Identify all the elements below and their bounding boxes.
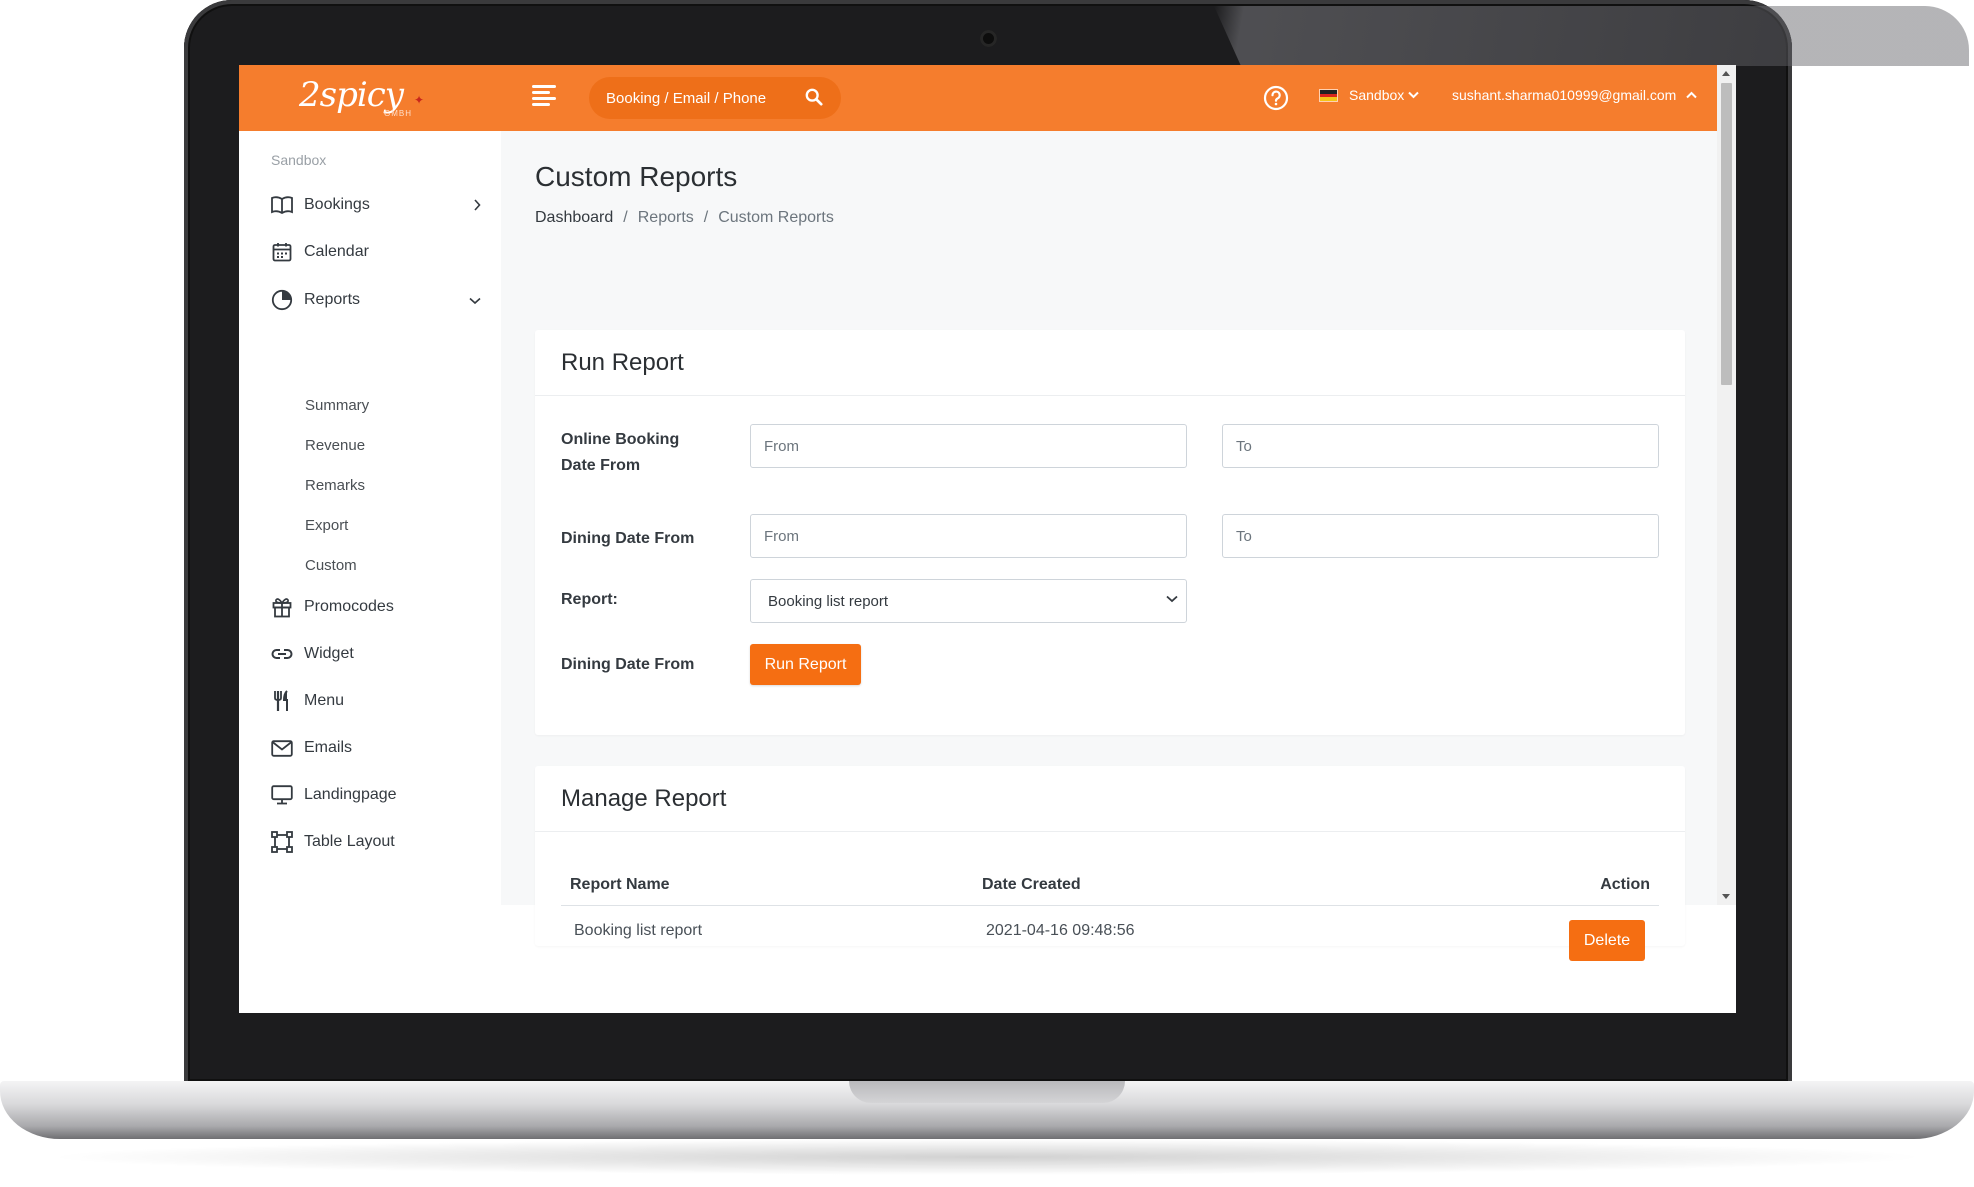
vertical-scrollbar[interactable] [1717,65,1736,905]
sidebar-subitem-remarks[interactable]: Remarks [305,477,365,494]
date-created-cell: 2021-04-16 09:48:56 [986,922,1135,939]
run-row-label: Dining Date From [561,656,695,673]
help-icon[interactable] [1263,85,1289,111]
online-booking-label-line2: Date From [561,457,641,474]
search-icon[interactable] [805,88,823,106]
table-row: Booking list report 2021-04-16 09:48:56 … [561,906,1659,961]
top-navbar: 2spicy ✦ GMBH Sandbox sushant.s [239,65,1736,131]
sidebar-item-bookings[interactable]: Bookings [271,191,481,219]
delete-button[interactable]: Delete [1569,920,1645,961]
sidebar-item-label: Menu [304,692,345,709]
sidebar-item-label: Table Layout [304,833,395,850]
report-label: Report: [561,591,618,608]
main-content: Custom Reports Dashboard / Reports / Cus… [501,131,1717,961]
laptop-shadow [40,1139,1934,1175]
sidebar-subitem-summary[interactable]: Summary [305,397,369,414]
sidebar-item-landingpage[interactable]: Landingpage [271,781,481,809]
breadcrumb: Dashboard / Reports / Custom Reports [535,209,834,227]
envelope-icon [271,737,293,759]
run-report-button[interactable]: Run Report [750,644,861,685]
german-flag-icon [1319,89,1338,102]
brand-logo[interactable]: 2spicy ✦ GMBH [299,73,439,123]
table-header-row: Report Name Date Created Action [561,866,1659,906]
search-box [589,77,841,119]
user-email: sushant.sharma010999@gmail.com [1452,87,1677,103]
report-name-cell: Booking list report [574,922,703,939]
breadcrumb-custom-reports: Custom Reports [718,209,834,226]
breadcrumb-separator: / [623,209,628,226]
link-icon [271,643,293,665]
laptop-hinge-notch [849,1081,1125,1103]
sidebar-subitem-custom[interactable]: Custom [305,557,357,574]
sidebar: Sandbox Bookings Calendar Reports Summar… [239,131,501,905]
chevron-up-icon [1686,91,1698,99]
gift-icon [271,596,293,618]
camera [980,30,997,47]
sidebar-item-reports[interactable]: Reports [271,286,481,314]
user-menu[interactable]: sushant.sharma010999@gmail.com [1452,87,1698,103]
sidebar-item-menu[interactable]: Menu [271,687,481,715]
dining-date-label: Dining Date From [561,530,695,547]
sidebar-item-label: Bookings [304,196,370,213]
manage-report-card: Manage Report Report Name Date Created A… [535,766,1685,961]
chili-icon: ✦ [414,93,425,107]
dining-date-from-input[interactable] [750,514,1187,558]
sidebar-item-promocodes[interactable]: Promocodes [271,593,481,621]
sidebar-item-label: Emails [304,739,353,756]
scroll-up-arrow-icon[interactable] [1722,71,1730,76]
environment-label: Sandbox [1349,87,1405,103]
sidebar-item-widget[interactable]: Widget [271,640,481,668]
chevron-down-icon [1408,91,1419,99]
logo-subtext: GMBH [384,109,412,118]
report-select-value: Booking list report [768,592,889,610]
sidebar-item-table-layout[interactable]: Table Layout [271,828,481,856]
run-report-title: Run Report [535,330,1685,396]
sidebar-item-label: Landingpage [304,786,397,803]
layout-icon [271,831,293,853]
book-icon [271,194,293,216]
column-header-action: Action [1600,876,1650,893]
column-header-date-created: Date Created [982,876,1081,893]
lid-reflection [1214,6,1969,66]
scroll-thumb[interactable] [1721,83,1732,385]
online-booking-label-line1: Online Booking [561,431,680,448]
sidebar-subitem-revenue[interactable]: Revenue [305,437,365,454]
page-title: Custom Reports [535,161,738,192]
sidebar-subitem-export[interactable]: Export [305,517,348,534]
sidebar-item-label: Widget [304,645,354,662]
chevron-right-icon [474,199,481,211]
hamburger-menu-icon[interactable] [532,85,556,106]
run-report-card: Run Report Online Booking Date From Dini… [535,330,1685,735]
calendar-icon [271,241,293,263]
environment-dropdown[interactable]: Sandbox [1349,87,1419,103]
manage-report-title: Manage Report [535,766,1685,832]
sidebar-item-label: Calendar [304,243,369,260]
monitor-icon [271,784,293,806]
online-booking-to-input[interactable] [1222,424,1659,468]
pie-chart-icon [271,289,293,311]
sidebar-item-calendar[interactable]: Calendar [271,238,481,266]
sidebar-item-label: Reports [304,291,361,308]
breadcrumb-reports[interactable]: Reports [638,209,694,227]
online-booking-from-input[interactable] [750,424,1187,468]
column-header-report-name: Report Name [570,876,670,893]
sidebar-heading: Sandbox [271,152,327,168]
sidebar-item-emails[interactable]: Emails [271,734,481,762]
search-input[interactable] [606,89,806,107]
scroll-down-arrow-icon[interactable] [1722,894,1730,899]
sidebar-item-label: Promocodes [304,598,394,615]
report-select[interactable]: Booking list report [750,579,1187,623]
chevron-down-icon [469,297,481,305]
app-screen: 2spicy ✦ GMBH Sandbox sushant.s [239,65,1736,1013]
reports-table: Report Name Date Created Action Booking … [561,866,1659,961]
chevron-down-icon [1166,595,1178,603]
breadcrumb-dashboard[interactable]: Dashboard [535,209,613,227]
dining-date-to-input[interactable] [1222,514,1659,558]
online-booking-date-label: Online Booking Date From [561,427,679,479]
breadcrumb-separator: / [703,209,709,226]
utensils-icon [271,690,293,712]
